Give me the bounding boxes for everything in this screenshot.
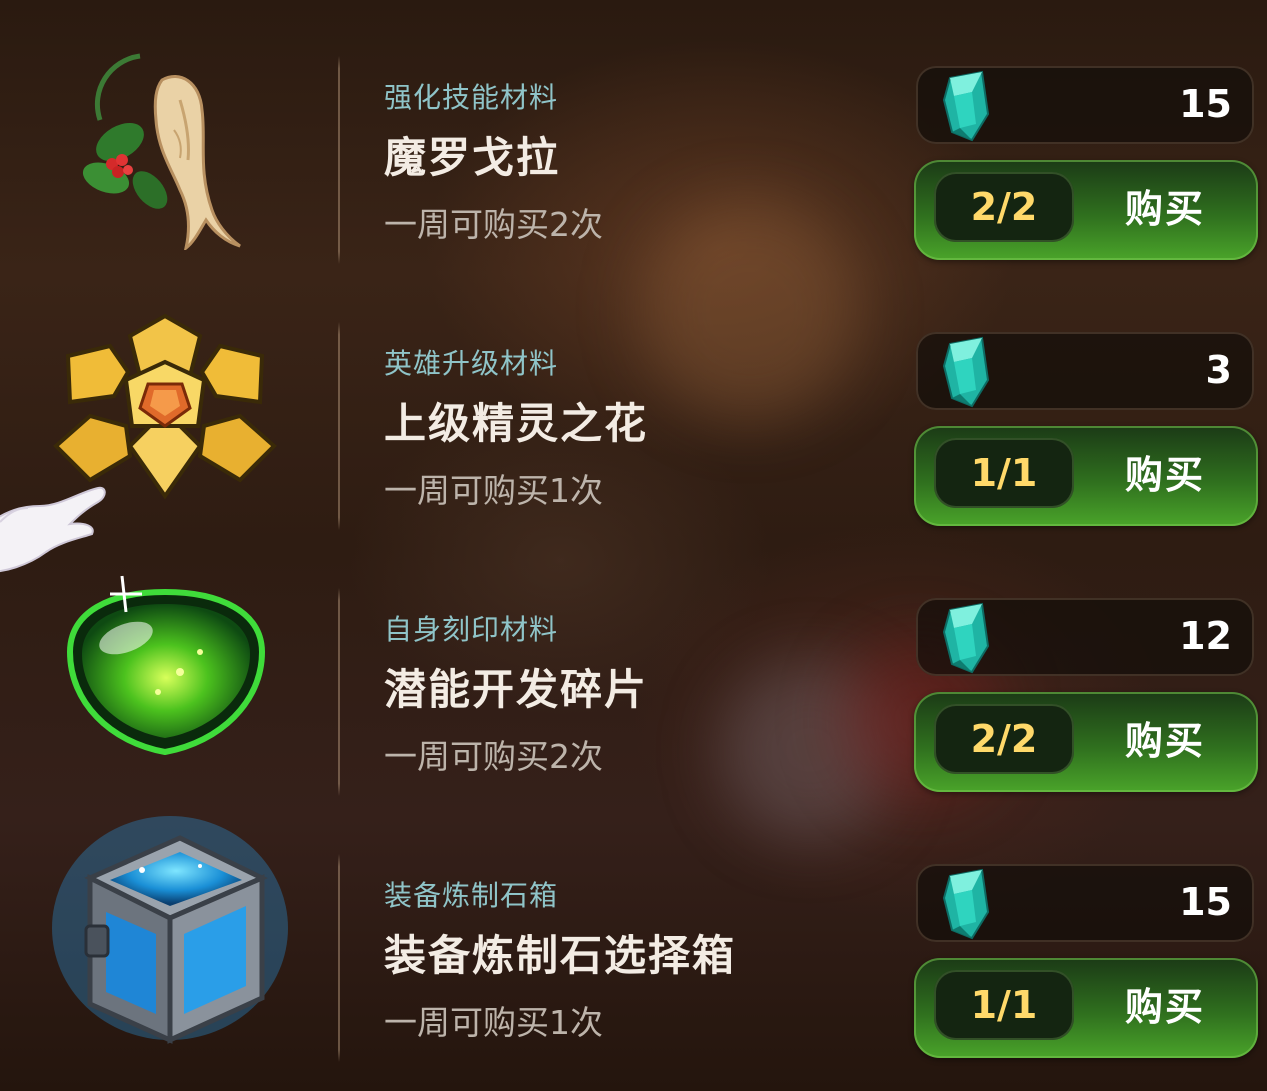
item-name: 魔罗戈拉 bbox=[384, 133, 561, 182]
purchase-limit: 一周可购买1次 bbox=[384, 1003, 603, 1042]
price-value: 12 bbox=[1179, 614, 1232, 658]
item-name: 装备炼制石选择箱 bbox=[384, 931, 737, 980]
buy-button[interactable]: 1/1 购买 bbox=[914, 426, 1258, 526]
item-name: 潜能开发碎片 bbox=[384, 665, 649, 714]
purchase-count: 1/1 bbox=[934, 438, 1074, 508]
item-category: 强化技能材料 bbox=[384, 81, 559, 114]
row-divider bbox=[338, 56, 340, 264]
price-display: 15 bbox=[916, 864, 1254, 942]
purchase-limit: 一周可购买2次 bbox=[384, 205, 603, 244]
shop-item-row: 强化技能材料 魔罗戈拉 一周可购买2次 15 2/2 购买 bbox=[0, 0, 1267, 266]
ginseng-root-icon bbox=[30, 10, 300, 252]
buy-label: 购买 bbox=[1124, 718, 1205, 763]
item-category: 英雄升级材料 bbox=[384, 347, 559, 380]
price-display: 3 bbox=[916, 332, 1254, 410]
buy-button[interactable]: 2/2 购买 bbox=[914, 160, 1258, 260]
price-display: 15 bbox=[916, 66, 1254, 144]
golden-flower-crystal-icon bbox=[30, 276, 300, 516]
green-orb-fragment-icon bbox=[30, 542, 300, 782]
purchase-limit: 一周可购买1次 bbox=[384, 471, 603, 510]
teal-crystal-icon bbox=[942, 868, 990, 940]
teal-crystal-icon bbox=[942, 602, 990, 674]
price-value: 3 bbox=[1205, 348, 1232, 392]
buy-label: 购买 bbox=[1124, 452, 1205, 497]
price-value: 15 bbox=[1179, 880, 1232, 924]
row-divider bbox=[338, 588, 340, 796]
teal-crystal-icon bbox=[942, 70, 990, 142]
item-category: 装备炼制石箱 bbox=[384, 879, 559, 912]
shop-item-row: 自身刻印材料 潜能开发碎片 一周可购买2次 12 2/2 购买 bbox=[0, 532, 1267, 798]
price-display: 12 bbox=[916, 598, 1254, 676]
row-divider bbox=[338, 854, 340, 1062]
purchase-limit: 一周可购买2次 bbox=[384, 737, 603, 776]
purchase-count: 2/2 bbox=[934, 172, 1074, 242]
price-value: 15 bbox=[1179, 82, 1232, 126]
buy-label: 购买 bbox=[1124, 186, 1205, 231]
row-divider bbox=[338, 322, 340, 530]
buy-button[interactable]: 1/1 购买 bbox=[914, 958, 1258, 1058]
blue-treasure-chest-icon bbox=[30, 808, 300, 1048]
item-name: 上级精灵之花 bbox=[384, 399, 649, 448]
teal-crystal-icon bbox=[942, 336, 990, 408]
item-category: 自身刻印材料 bbox=[384, 613, 559, 646]
purchase-count: 1/1 bbox=[934, 970, 1074, 1040]
buy-label: 购买 bbox=[1124, 984, 1205, 1029]
shop-item-row: 英雄升级材料 上级精灵之花 一周可购买1次 3 1/1 购买 bbox=[0, 266, 1267, 532]
buy-button[interactable]: 2/2 购买 bbox=[914, 692, 1258, 792]
purchase-count: 2/2 bbox=[934, 704, 1074, 774]
shop-item-row: 装备炼制石箱 装备炼制石选择箱 一周可购买1次 15 1/1 购买 bbox=[0, 798, 1267, 1064]
